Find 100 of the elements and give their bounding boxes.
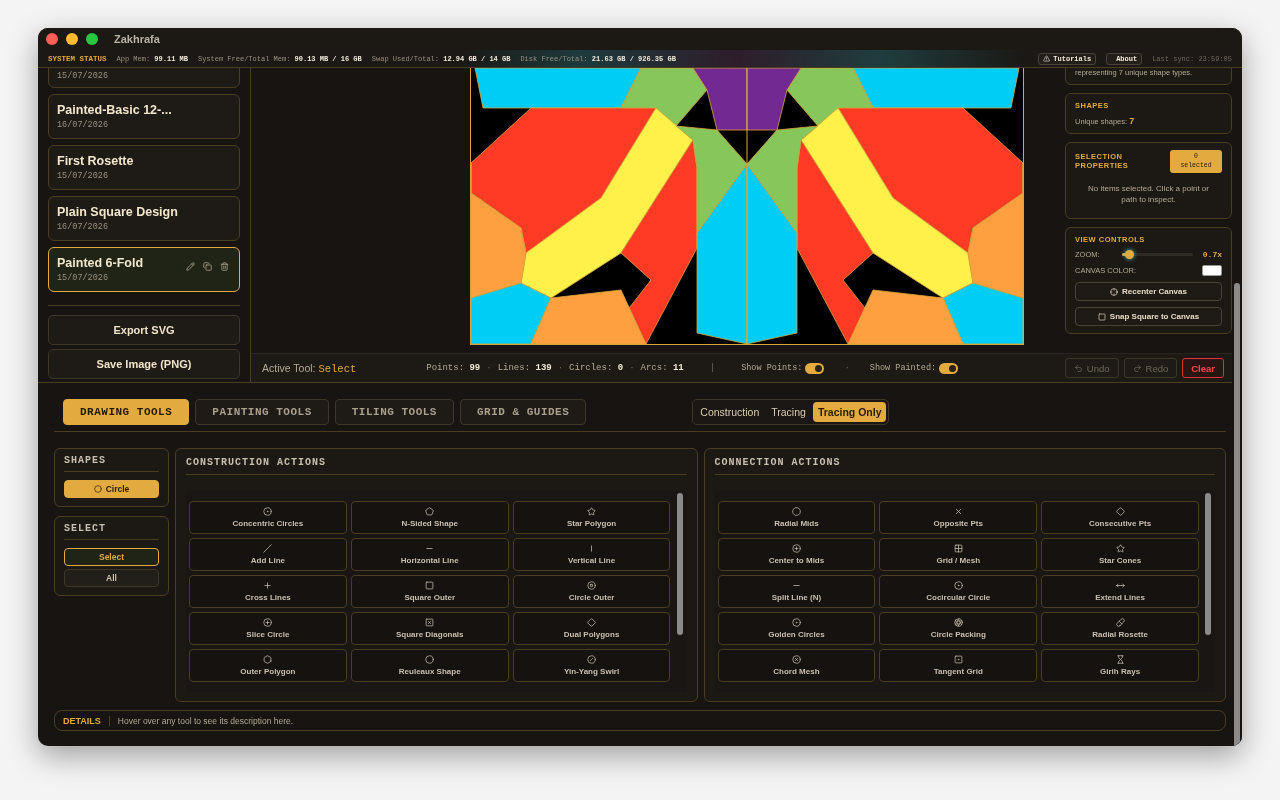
toggle-switch[interactable] bbox=[805, 362, 825, 374]
tool-button[interactable]: Girih Rays bbox=[1041, 649, 1199, 682]
details-text: Hover over any tool to see its description here. bbox=[117, 715, 294, 726]
hourglass-icon bbox=[1115, 655, 1125, 664]
toggle-switch[interactable] bbox=[939, 362, 959, 374]
mode-option[interactable]: Tracing Only bbox=[812, 402, 887, 422]
project-name: Painted-Basic 12-... bbox=[57, 103, 172, 117]
separator: · bbox=[557, 363, 564, 373]
square-icon bbox=[953, 655, 963, 664]
separator: · bbox=[844, 363, 850, 373]
diamond-icon bbox=[1115, 507, 1125, 516]
snap-button[interactable]: Snap Square to Canvas bbox=[1075, 307, 1222, 327]
tool-button[interactable]: Star Cones bbox=[1041, 538, 1199, 571]
circle-cross-icon bbox=[263, 618, 273, 627]
grid-icon bbox=[953, 544, 963, 553]
circle-square-icon bbox=[587, 581, 597, 590]
tool-button[interactable]: Chord Mesh bbox=[717, 649, 876, 682]
tool-button[interactable]: Tangent Grid bbox=[879, 649, 1038, 682]
tool-button[interactable]: Slice Circle bbox=[189, 612, 347, 645]
export-svg-button[interactable]: Export SVG bbox=[48, 315, 240, 345]
color-swatch[interactable] bbox=[1202, 265, 1222, 277]
tab[interactable]: GRID & GUIDES bbox=[459, 399, 587, 425]
tool-button[interactable]: Circle Outer bbox=[512, 575, 671, 608]
project-name: Painted 6-Fold bbox=[57, 256, 144, 270]
tool-button[interactable]: Square Diagonals bbox=[350, 612, 509, 645]
separator: · bbox=[629, 363, 635, 373]
project-card[interactable]: First Rosette 15/07/2026 bbox=[48, 145, 240, 190]
delete-icon[interactable] bbox=[220, 262, 229, 271]
tool-button[interactable]: Split Line (N) bbox=[717, 575, 876, 608]
hexagon-icon bbox=[263, 655, 273, 664]
project-card[interactable]: Painted-Basic 12-... 16/07/2026 bbox=[48, 94, 240, 139]
minimize-button[interactable] bbox=[66, 33, 78, 45]
tool-button[interactable]: N-Sided Shape bbox=[350, 501, 509, 534]
tool-button[interactable]: Vertical Line bbox=[512, 538, 671, 571]
copy-icon[interactable] bbox=[203, 262, 212, 271]
tool-button[interactable]: Cross Lines bbox=[189, 575, 347, 608]
close-button[interactable] bbox=[46, 33, 58, 45]
tool-button[interactable]: Circle Packing bbox=[879, 612, 1038, 645]
tool-button[interactable]: Opposite Pts bbox=[879, 501, 1038, 534]
tool-button[interactable]: Golden Circles bbox=[717, 612, 876, 645]
circle-icon bbox=[93, 485, 102, 493]
aperture-icon bbox=[953, 618, 963, 627]
selection-message: No items selected. Click a point or path to inspect. bbox=[1087, 182, 1210, 206]
tool-button[interactable]: Grid / Mesh bbox=[879, 538, 1038, 571]
recenter-button[interactable]: Recenter Canvas bbox=[1075, 282, 1222, 302]
maximize-button[interactable] bbox=[86, 33, 98, 45]
circle-slash-icon bbox=[587, 655, 597, 664]
project-card[interactable]: 15/07/2026 bbox=[48, 68, 240, 88]
project-date: 15/07/2026 bbox=[57, 273, 108, 283]
circle-dot-icon bbox=[791, 618, 801, 627]
tool-button[interactable]: Concentric Circles bbox=[189, 501, 347, 534]
select-button[interactable]: All bbox=[64, 569, 159, 587]
tab[interactable]: TILING TOOLS bbox=[334, 399, 454, 425]
tool-button[interactable]: Add Line bbox=[189, 538, 347, 571]
project-card[interactable]: Plain Square Design 16/07/2026 bbox=[48, 196, 240, 241]
arrows-icon bbox=[1115, 581, 1125, 590]
edit-icon[interactable] bbox=[186, 262, 195, 271]
tool-button[interactable]: Cocircular Circle bbox=[879, 575, 1038, 608]
project-name: First Rosette bbox=[57, 154, 134, 168]
tool-button[interactable]: Reuleaux Shape bbox=[350, 649, 509, 682]
project-date: 16/07/2026 bbox=[57, 120, 108, 130]
clear-button[interactable]: Clear bbox=[1182, 358, 1224, 378]
pentagon-icon bbox=[425, 507, 435, 516]
tool-button[interactable]: Outer Polygon bbox=[189, 649, 347, 682]
project-date: 15/07/2026 bbox=[57, 71, 108, 81]
tab[interactable]: DRAWING TOOLS bbox=[63, 399, 190, 425]
tool-button[interactable]: Dual Polygons bbox=[512, 612, 671, 645]
tool-button[interactable]: Radial Rosette bbox=[1041, 612, 1199, 645]
tool-button[interactable]: Extend Lines bbox=[1041, 575, 1199, 608]
save-image-button[interactable]: Save Image (PNG) bbox=[48, 349, 240, 379]
slider-thumb[interactable] bbox=[1124, 250, 1134, 260]
mode-option[interactable]: Tracing bbox=[766, 402, 811, 422]
project-date: 15/07/2026 bbox=[57, 171, 108, 181]
project-name: Plain Square Design bbox=[57, 205, 178, 219]
tool-button[interactable]: Center to Mids bbox=[717, 538, 876, 571]
circle-icon bbox=[425, 655, 435, 664]
shape-button[interactable]: Circle bbox=[64, 480, 159, 498]
tool-button[interactable]: Radial Mids bbox=[717, 501, 876, 534]
tool-button[interactable]: Yin-Yang Swirl bbox=[512, 649, 671, 682]
tool-button[interactable]: Horizontal Line bbox=[350, 538, 509, 571]
line-icon bbox=[263, 544, 273, 553]
star-icon bbox=[587, 507, 597, 516]
scrollbar[interactable] bbox=[1234, 283, 1240, 746]
select-button[interactable]: Select bbox=[64, 548, 159, 566]
scrollbar[interactable] bbox=[1205, 493, 1211, 635]
square-icon bbox=[1097, 312, 1106, 321]
tool-button[interactable]: Star Polygon bbox=[512, 501, 671, 534]
circle-x-icon bbox=[791, 655, 801, 664]
panel-title: CONSTRUCTION ACTIONS bbox=[186, 457, 687, 475]
tool-button[interactable]: Consecutive Pts bbox=[1041, 501, 1199, 534]
zoom-value: 0.7x bbox=[1202, 250, 1222, 260]
tab[interactable]: PAINTING TOOLS bbox=[195, 399, 329, 425]
circle-dot-icon bbox=[953, 581, 963, 590]
details-label: DETAILS bbox=[63, 715, 110, 726]
cross-icon bbox=[953, 507, 963, 516]
panel-title: SHAPES bbox=[64, 455, 159, 472]
scrollbar[interactable] bbox=[676, 493, 683, 635]
mode-option[interactable]: Construction bbox=[695, 402, 765, 422]
tool-button[interactable]: Square Outer bbox=[350, 575, 509, 608]
project-card[interactable]: Painted 6-Fold 15/07/2026 bbox=[48, 247, 240, 292]
